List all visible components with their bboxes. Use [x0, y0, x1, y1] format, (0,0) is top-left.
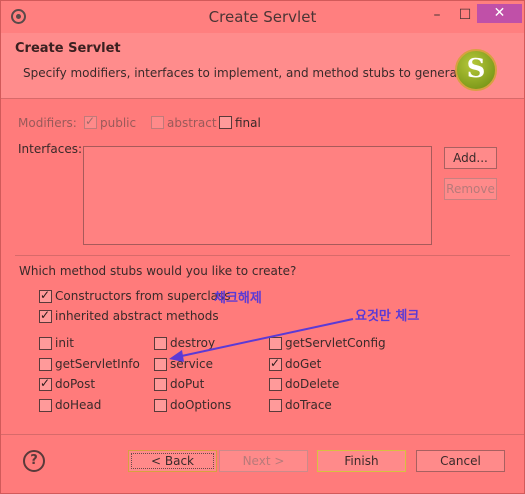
- final-label: final: [235, 116, 261, 130]
- dohead-label: doHead: [55, 398, 102, 412]
- doget-checkbox[interactable]: [269, 356, 282, 371]
- inherited-label: inherited abstract methods: [55, 309, 219, 323]
- minimize-icon[interactable]: –: [425, 5, 449, 25]
- destroy-checkbox[interactable]: [154, 337, 167, 350]
- doput-label: doPut: [170, 377, 205, 391]
- inherited-checkbox[interactable]: [39, 308, 52, 323]
- interfaces-label: Interfaces:: [18, 142, 83, 156]
- check-only-annotation: 요것만 체크: [355, 309, 420, 324]
- maximize-icon[interactable]: ☐: [453, 5, 477, 25]
- dopost-label: doPost: [55, 377, 96, 391]
- final-checkbox[interactable]: [219, 116, 232, 129]
- wizard-header: Create Servlet Specify modifiers, interf…: [1, 33, 524, 99]
- remove-interface-button[interactable]: Remove: [444, 178, 497, 200]
- destroy-label: destroy: [170, 336, 216, 350]
- constructors-label: Constructors from superclass: [55, 289, 231, 303]
- title-bar: Create Servlet – ☐ ✕: [1, 1, 524, 33]
- dooptions-label: doOptions: [170, 398, 232, 412]
- public-checkbox[interactable]: [84, 114, 97, 129]
- footer-divider: [1, 434, 524, 435]
- interfaces-list[interactable]: [83, 146, 432, 245]
- close-icon[interactable]: ✕: [477, 4, 522, 23]
- dotrace-label: doTrace: [285, 398, 332, 412]
- cancel-button[interactable]: Cancel: [416, 450, 505, 472]
- abstract-label: abstract: [167, 116, 217, 130]
- getservletinfo-checkbox[interactable]: [39, 358, 52, 371]
- init-label: init: [55, 336, 74, 350]
- public-label: public: [100, 116, 137, 130]
- service-label: service: [170, 357, 213, 371]
- back-button[interactable]: < Back: [128, 450, 217, 472]
- doget-label: doGet: [285, 357, 322, 371]
- section-divider: [15, 255, 510, 256]
- getservletconfig-label: getServletConfig: [285, 336, 386, 350]
- uncheck-annotation: 체크해제: [214, 291, 262, 306]
- dooptions-checkbox[interactable]: [154, 399, 167, 412]
- getservletinfo-label: getServletInfo: [55, 357, 140, 371]
- dodelete-label: doDelete: [285, 377, 340, 391]
- abstract-checkbox[interactable]: [151, 116, 164, 129]
- dohead-checkbox[interactable]: [39, 399, 52, 412]
- modifiers-label: Modifiers:: [18, 116, 77, 130]
- help-icon[interactable]: ?: [23, 450, 45, 472]
- doput-checkbox[interactable]: [154, 378, 167, 391]
- dodelete-checkbox[interactable]: [269, 378, 282, 391]
- service-checkbox[interactable]: [154, 358, 167, 371]
- dopost-checkbox[interactable]: [39, 376, 52, 391]
- init-checkbox[interactable]: [39, 337, 52, 350]
- constructors-checkbox[interactable]: [39, 288, 52, 303]
- page-description: Specify modifiers, interfaces to impleme…: [23, 66, 473, 80]
- servlet-logo-icon: S: [455, 49, 497, 91]
- add-interface-button[interactable]: Add...: [444, 147, 497, 169]
- create-servlet-dialog: Create Servlet – ☐ ✕ Create Servlet Spec…: [0, 0, 525, 494]
- finish-button[interactable]: Finish: [317, 450, 406, 472]
- next-button[interactable]: Next >: [219, 450, 308, 472]
- stubs-question: Which method stubs would you like to cre…: [19, 264, 297, 278]
- page-title: Create Servlet: [15, 41, 121, 56]
- getservletconfig-checkbox[interactable]: [269, 337, 282, 350]
- dotrace-checkbox[interactable]: [269, 399, 282, 412]
